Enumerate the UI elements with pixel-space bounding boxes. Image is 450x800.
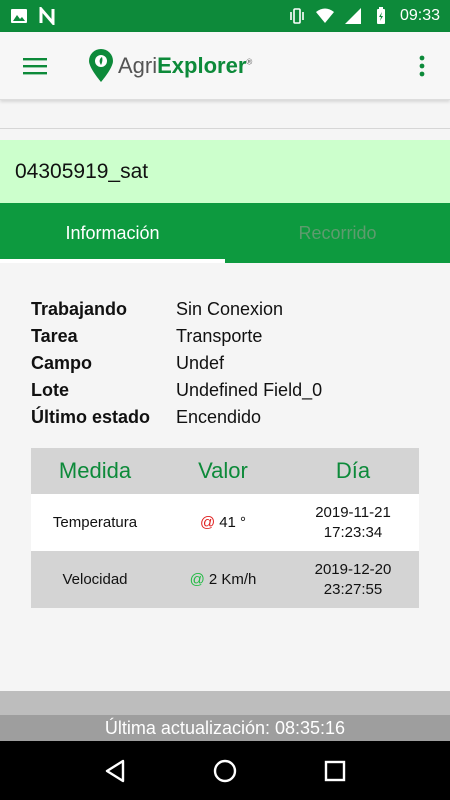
wifi-icon — [315, 8, 334, 23]
info-value: Undefined Field_0 — [176, 380, 323, 400]
navigation-bar — [0, 741, 450, 800]
more-vert-icon — [419, 55, 425, 76]
table-header: Medida Valor Día — [31, 448, 419, 494]
home-button[interactable] — [205, 751, 245, 791]
cell-valor: @41 ° — [199, 514, 247, 531]
cell-dia: 2019-11-21 17:23:34 — [315, 503, 391, 541]
n-icon — [39, 7, 55, 25]
app-bar: AgriExplorer® — [0, 32, 450, 100]
info-list: Trabajando Sin Conexion Tarea Transporte… — [31, 296, 421, 431]
info-row: Último estado Encendido — [31, 404, 421, 431]
recents-icon — [324, 760, 346, 781]
at-marker: @ — [199, 514, 216, 531]
battery-icon — [376, 7, 385, 24]
back-button[interactable] — [95, 751, 135, 791]
measurements-table: Medida Valor Día Temperatura @41 ° 2019-… — [31, 448, 419, 608]
tab-informacion[interactable]: Información — [0, 203, 225, 263]
table-row: Velocidad @2 Km/h 2019-12-20 23:27:55 — [31, 551, 419, 608]
menu-icon — [23, 57, 47, 74]
info-value: Transporte — [176, 326, 263, 346]
back-icon — [105, 759, 125, 782]
table-row: Temperatura @41 ° 2019-11-21 17:23:34 — [31, 494, 419, 551]
info-key: Tarea — [31, 326, 78, 346]
info-key: Trabajando — [31, 299, 128, 319]
info-value: Encendido — [176, 407, 262, 427]
home-icon — [213, 759, 237, 782]
info-value: Undef — [176, 353, 225, 373]
info-key: Lote — [31, 380, 69, 400]
app-logo: AgriExplorer® — [88, 48, 253, 83]
map-pin-logo-icon — [89, 48, 113, 82]
overflow-menu-button[interactable] — [394, 32, 450, 100]
cell-valor: @2 Km/h — [189, 571, 257, 588]
info-row: Lote Undefined Field_0 — [31, 377, 421, 404]
last-update-text: Última actualización: 08:35:16 — [0, 715, 450, 741]
cell-medida: Velocidad — [62, 571, 128, 588]
vibrate-icon — [290, 8, 304, 24]
column-header-dia: Día — [335, 458, 371, 483]
menu-button[interactable] — [0, 32, 70, 100]
info-value: Sin Conexion — [176, 299, 284, 319]
device-name: 04305919_sat — [0, 140, 450, 203]
tab-recorrido[interactable]: Recorrido — [225, 203, 450, 263]
logo-text: AgriExplorer® — [118, 52, 253, 78]
cell-dia: 2019-12-20 23:27:55 — [314, 560, 392, 598]
info-key: Último estado — [31, 407, 151, 427]
at-marker: @ — [189, 571, 205, 588]
column-header-medida: Medida — [58, 458, 132, 483]
column-header-valor: Valor — [198, 458, 248, 483]
info-row: Campo Undef — [31, 350, 421, 377]
signal-icon — [344, 8, 361, 24]
info-row: Tarea Transporte — [31, 323, 421, 350]
image-icon — [11, 9, 27, 23]
status-time: 09:33 — [399, 7, 440, 24]
divider — [0, 128, 450, 129]
recents-button[interactable] — [315, 751, 355, 791]
cell-medida: Temperatura — [52, 514, 138, 531]
tab-bar: Información Recorrido — [0, 203, 450, 263]
status-bar: 09:33 — [0, 0, 450, 32]
info-row: Trabajando Sin Conexion — [31, 296, 421, 323]
info-key: Campo — [31, 353, 93, 373]
